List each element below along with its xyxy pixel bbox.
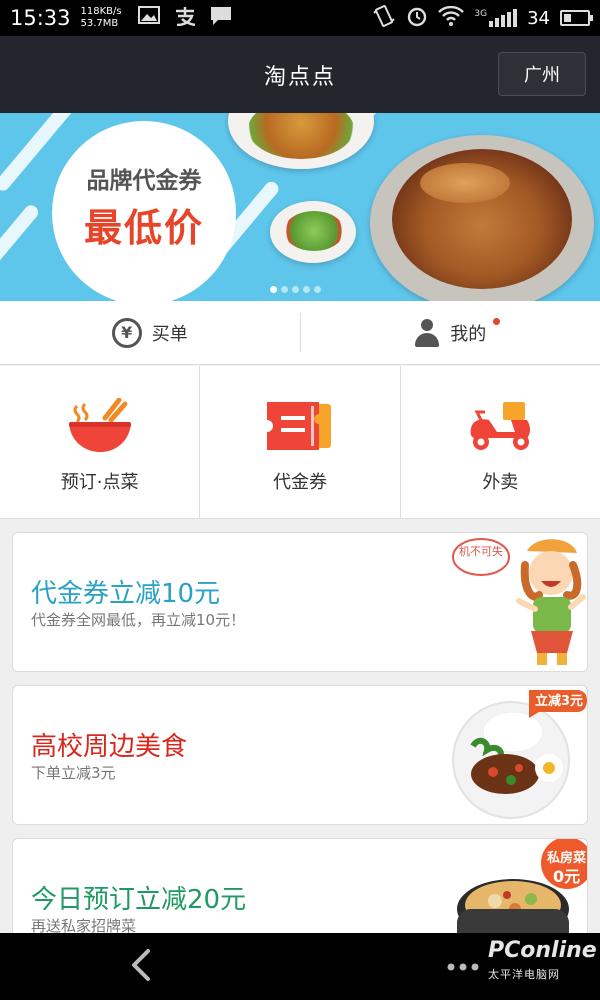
- back-icon[interactable]: [124, 945, 160, 985]
- banner-dot: [292, 286, 299, 293]
- cucumber-dish-image: [284, 211, 344, 251]
- more-icon[interactable]: [446, 953, 480, 978]
- bowl-icon: [67, 397, 133, 454]
- pay-bill-button[interactable]: ¥ 买单: [0, 301, 300, 364]
- signal-icon: 3G: [474, 9, 518, 27]
- battery-level: [564, 14, 572, 22]
- battery-percent: 34: [527, 7, 550, 29]
- network-type: 3G: [474, 9, 488, 19]
- rice-plate-icon: 立减3元: [449, 686, 587, 824]
- promo-banner[interactable]: 品牌代金券 最低价: [0, 113, 600, 301]
- promo-subtitle: 代金券全网最低，再立减10元！: [31, 611, 246, 629]
- pay-bill-label: 买单: [151, 323, 188, 345]
- promo-card-campus[interactable]: 高校周边美食 下单立减3元 立减3元: [12, 685, 588, 825]
- alipay-icon: [174, 6, 196, 31]
- vibrate-icon: [372, 4, 396, 32]
- watermark-sub: 太平洋电脑网: [488, 968, 560, 981]
- yen-icon: ¥: [111, 317, 142, 348]
- category-reservation[interactable]: 预订·点菜: [0, 366, 201, 518]
- my-account-label: 我的: [450, 323, 487, 345]
- category-reservation-label: 预订·点菜: [60, 472, 139, 493]
- banner-pagination: [270, 286, 321, 293]
- banner-dot: [270, 286, 277, 293]
- message-icon: [210, 6, 232, 31]
- category-voucher-label: 代金券: [272, 472, 327, 493]
- banner-title: 最低价: [83, 206, 204, 250]
- network-speed: 118KB/s 53.7MB: [81, 6, 122, 30]
- speech-bubble-text: 机不可失: [459, 544, 503, 558]
- watermark-brand: PConline: [488, 938, 597, 963]
- banner-subtitle: 品牌代金券: [86, 168, 202, 194]
- status-right: 3G 34: [372, 4, 593, 32]
- net-total: 53.7MB: [80, 18, 119, 29]
- quick-action-bar: ¥ 买单 我的: [0, 301, 600, 365]
- wifi-icon: [438, 5, 465, 31]
- category-takeout[interactable]: 外卖: [401, 366, 600, 518]
- my-account-button[interactable]: 我的: [301, 301, 600, 364]
- notification-icons: [137, 5, 232, 31]
- person-icon: [414, 318, 440, 347]
- chicken-highlight: [420, 163, 510, 203]
- notification-dot: [492, 318, 500, 325]
- banner-dot: [314, 286, 321, 293]
- alarm-icon: [406, 5, 428, 32]
- city-selector-button[interactable]: 广州: [498, 52, 586, 96]
- promo-title: 今日预订立减20元: [31, 885, 247, 915]
- banner-dot: [281, 286, 288, 293]
- voucher-icon: [266, 398, 333, 454]
- promo-title: 高校周边美食: [31, 732, 188, 762]
- scooter-icon: [467, 398, 533, 454]
- banner-dot: [303, 286, 310, 293]
- banner-stripe: [0, 202, 41, 301]
- promo-title: 代金券立减10元: [31, 579, 221, 609]
- net-speed: 118KB/s: [80, 6, 122, 17]
- page-title: 淘点点: [263, 64, 336, 90]
- promo-subtitle: 下单立减3元: [31, 764, 116, 782]
- discount-badge: 立减3元: [535, 694, 584, 709]
- battery-icon: [560, 10, 593, 26]
- promo-card-voucher[interactable]: 代金券立减10元 代金券全网最低，再立减10元！ 机不可失: [12, 532, 588, 672]
- cartoon-girl-icon: 机不可失: [447, 535, 587, 671]
- status-time: 15:33: [10, 6, 71, 30]
- category-voucher[interactable]: 代金券: [200, 366, 401, 518]
- image-icon: [137, 5, 160, 31]
- category-grid: 预订·点菜 代金券 外卖: [0, 366, 600, 519]
- status-bar: 15:33 118KB/s 53.7MB 3G 34: [0, 0, 600, 36]
- app-header: 淘点点 广州: [0, 36, 600, 113]
- private-dish-badge-price: 0元: [553, 867, 581, 886]
- category-takeout-label: 外卖: [482, 472, 519, 493]
